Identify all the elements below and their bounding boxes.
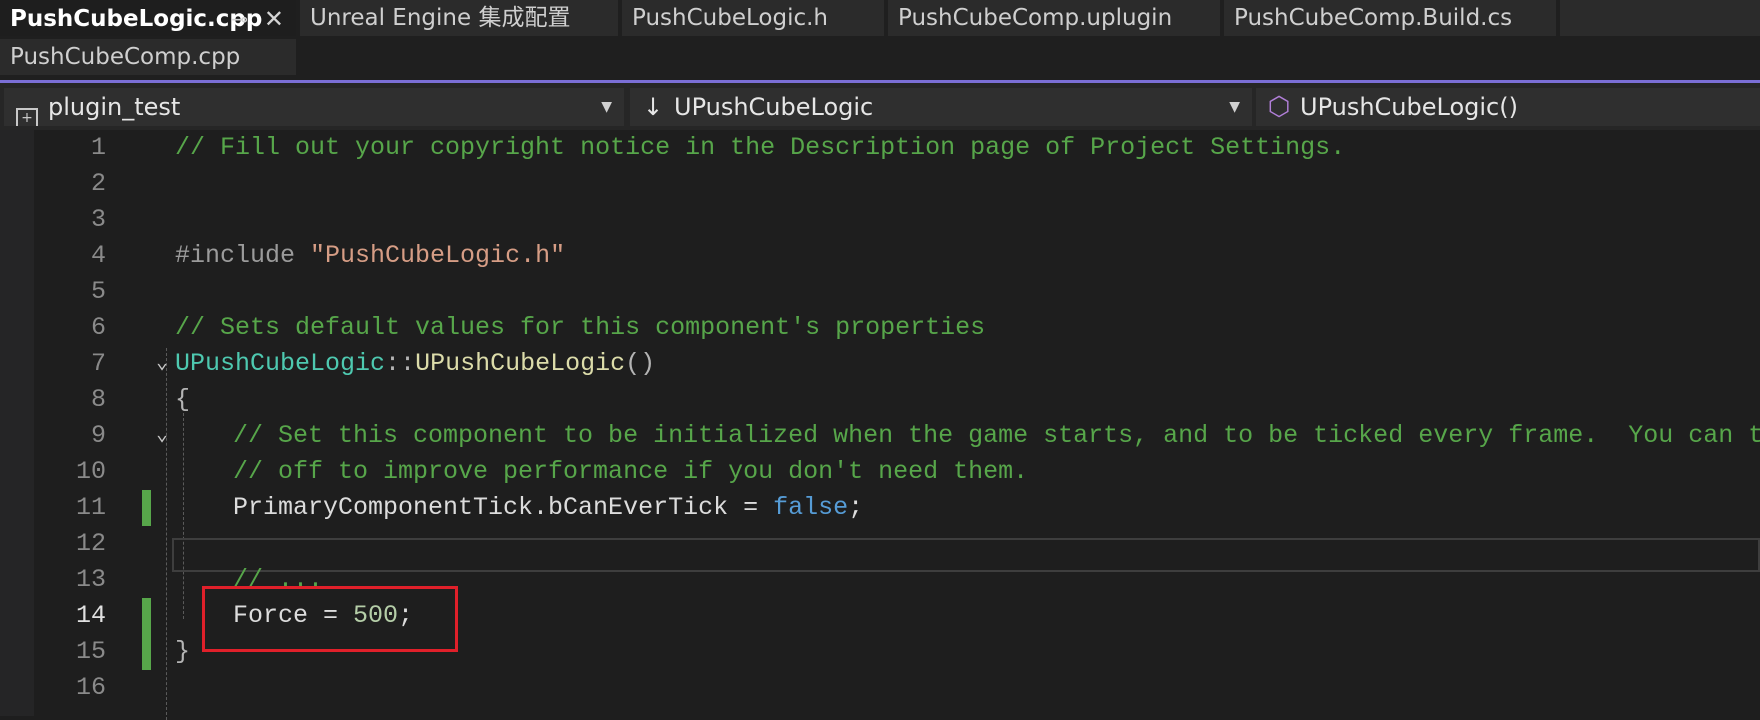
chevron-down-icon[interactable]: ▼ xyxy=(601,88,612,126)
highlight-annotation-box xyxy=(202,586,458,652)
tab-pushcubelogic-h[interactable]: PushCubeLogic.h xyxy=(622,0,884,36)
close-icon[interactable]: ✕ xyxy=(264,3,284,35)
member-access: PrimaryComponentTick.bCanEverTick = xyxy=(233,493,774,522)
line-number: 12 xyxy=(75,529,106,558)
line-number: 9 xyxy=(90,421,106,450)
line-number: 10 xyxy=(75,457,106,486)
line-number: 8 xyxy=(90,385,106,414)
scope-name: UPushCubeLogic xyxy=(674,93,874,121)
comment: // off to improve performance if you don… xyxy=(233,457,1029,486)
collapse-chevron-icon[interactable]: ⌄ xyxy=(156,418,168,454)
comment: // Fill out your copyright notice in the… xyxy=(175,133,1346,162)
tab-pushcubecomp-uplugin[interactable]: PushCubeComp.uplugin xyxy=(888,0,1220,36)
line-number: 6 xyxy=(90,313,106,342)
code-line: 3 xyxy=(0,202,1760,238)
line-number: 13 xyxy=(75,565,106,594)
member-dropdown[interactable]: ⬡ UPushCubeLogic() xyxy=(1256,88,1760,126)
scope-operator: :: xyxy=(385,349,416,378)
code-line: 9 ⌄ // Set this component to be initiali… xyxy=(0,418,1760,454)
cube-icon: ⬡ xyxy=(1267,92,1291,122)
parentheses: () xyxy=(625,349,656,378)
project-name: plugin_test xyxy=(48,93,181,121)
code-line: 8 { xyxy=(0,382,1760,418)
class-name: UPushCubeLogic xyxy=(175,349,386,378)
line-number: 3 xyxy=(90,205,106,234)
line-number: 5 xyxy=(90,277,106,306)
keyword-false: false xyxy=(773,493,849,522)
tab-label: PushCubeComp.Build.cs xyxy=(1234,5,1513,31)
constructor-signature: UPushCubeLogic::UPushCubeLogic() xyxy=(175,346,655,382)
code-line: 5 xyxy=(0,274,1760,310)
code-line: 1 // Fill out your copyright notice in t… xyxy=(0,130,1760,166)
tab-label: PushCubeComp.uplugin xyxy=(898,5,1173,31)
line-number: 15 xyxy=(75,637,106,666)
change-marker xyxy=(142,490,151,526)
code-editor[interactable]: 1 // Fill out your copyright notice in t… xyxy=(0,130,1760,720)
tab-pushcubecomp-cpp[interactable]: PushCubeComp.cpp xyxy=(0,39,296,75)
navigation-bar: + plugin_test ▼ ↓ UPushCubeLogic ▼ ⬡ UPu… xyxy=(0,83,1760,130)
line-number: 11 xyxy=(75,493,106,522)
preprocessor-keyword: #include xyxy=(175,241,311,270)
tab-unreal-engine-config[interactable]: Unreal Engine 集成配置 xyxy=(300,0,618,36)
project-icon: + xyxy=(12,88,42,126)
pin-icon[interactable]: ⊸ xyxy=(231,3,248,35)
statement: PrimaryComponentTick.bCanEverTick = fals… xyxy=(233,490,863,526)
line-number: 2 xyxy=(90,169,106,198)
open-brace: { xyxy=(175,385,191,414)
line-number: 7 xyxy=(90,349,106,378)
collapse-chevron-icon[interactable]: ⌄ xyxy=(156,346,168,382)
line-number: 14 xyxy=(75,601,106,630)
comment: // Sets default values for this componen… xyxy=(175,313,986,342)
chevron-down-icon[interactable]: ▼ xyxy=(1229,88,1240,126)
close-brace: } xyxy=(175,637,191,666)
line-number: 4 xyxy=(90,241,106,270)
function-name: UPushCubeLogic xyxy=(415,349,626,378)
code-line: 16 xyxy=(0,670,1760,706)
line-number: 1 xyxy=(90,133,106,162)
tab-pushcubecomp-build-cs[interactable]: PushCubeComp.Build.cs xyxy=(1224,0,1556,36)
include-directive: #include "PushCubeLogic.h" xyxy=(175,238,565,274)
tab-overflow xyxy=(1560,0,1760,36)
code-line: 2 xyxy=(0,166,1760,202)
comment: // Set this component to be initialized … xyxy=(233,421,1760,450)
tab-label: PushCubeLogic.cpp xyxy=(10,6,263,32)
project-dropdown[interactable]: + plugin_test ▼ xyxy=(4,88,624,126)
code-line: 10 // off to improve performance if you … xyxy=(0,454,1760,490)
tab-pushcubelogic-cpp[interactable]: PushCubeLogic.cpp ⊸ ✕ xyxy=(0,0,296,36)
semicolon: ; xyxy=(848,493,864,522)
line-number: 16 xyxy=(75,673,106,702)
code-line: 4 #include "PushCubeLogic.h" xyxy=(0,238,1760,274)
code-line: 7 ⌄ UPushCubeLogic::UPushCubeLogic() xyxy=(0,346,1760,382)
code-line: 11 PrimaryComponentTick.bCanEverTick = f… xyxy=(0,490,1760,526)
scope-dropdown[interactable]: ↓ UPushCubeLogic ▼ xyxy=(630,88,1252,126)
tab-label: PushCubeLogic.h xyxy=(632,5,828,31)
arrow-down-icon: ↓ xyxy=(642,93,664,121)
include-path-string: "PushCubeLogic.h" xyxy=(310,241,566,270)
change-marker xyxy=(142,598,151,634)
document-tab-strip: PushCubeLogic.cpp ⊸ ✕ Unreal Engine 集成配置… xyxy=(0,0,1760,82)
tab-label: PushCubeComp.cpp xyxy=(10,44,241,70)
member-name: UPushCubeLogic() xyxy=(1300,93,1518,121)
code-line: 6 // Sets default values for this compon… xyxy=(0,310,1760,346)
code-line: 12 xyxy=(0,526,1760,562)
tab-label: Unreal Engine 集成配置 xyxy=(310,5,571,31)
change-marker xyxy=(142,634,151,670)
